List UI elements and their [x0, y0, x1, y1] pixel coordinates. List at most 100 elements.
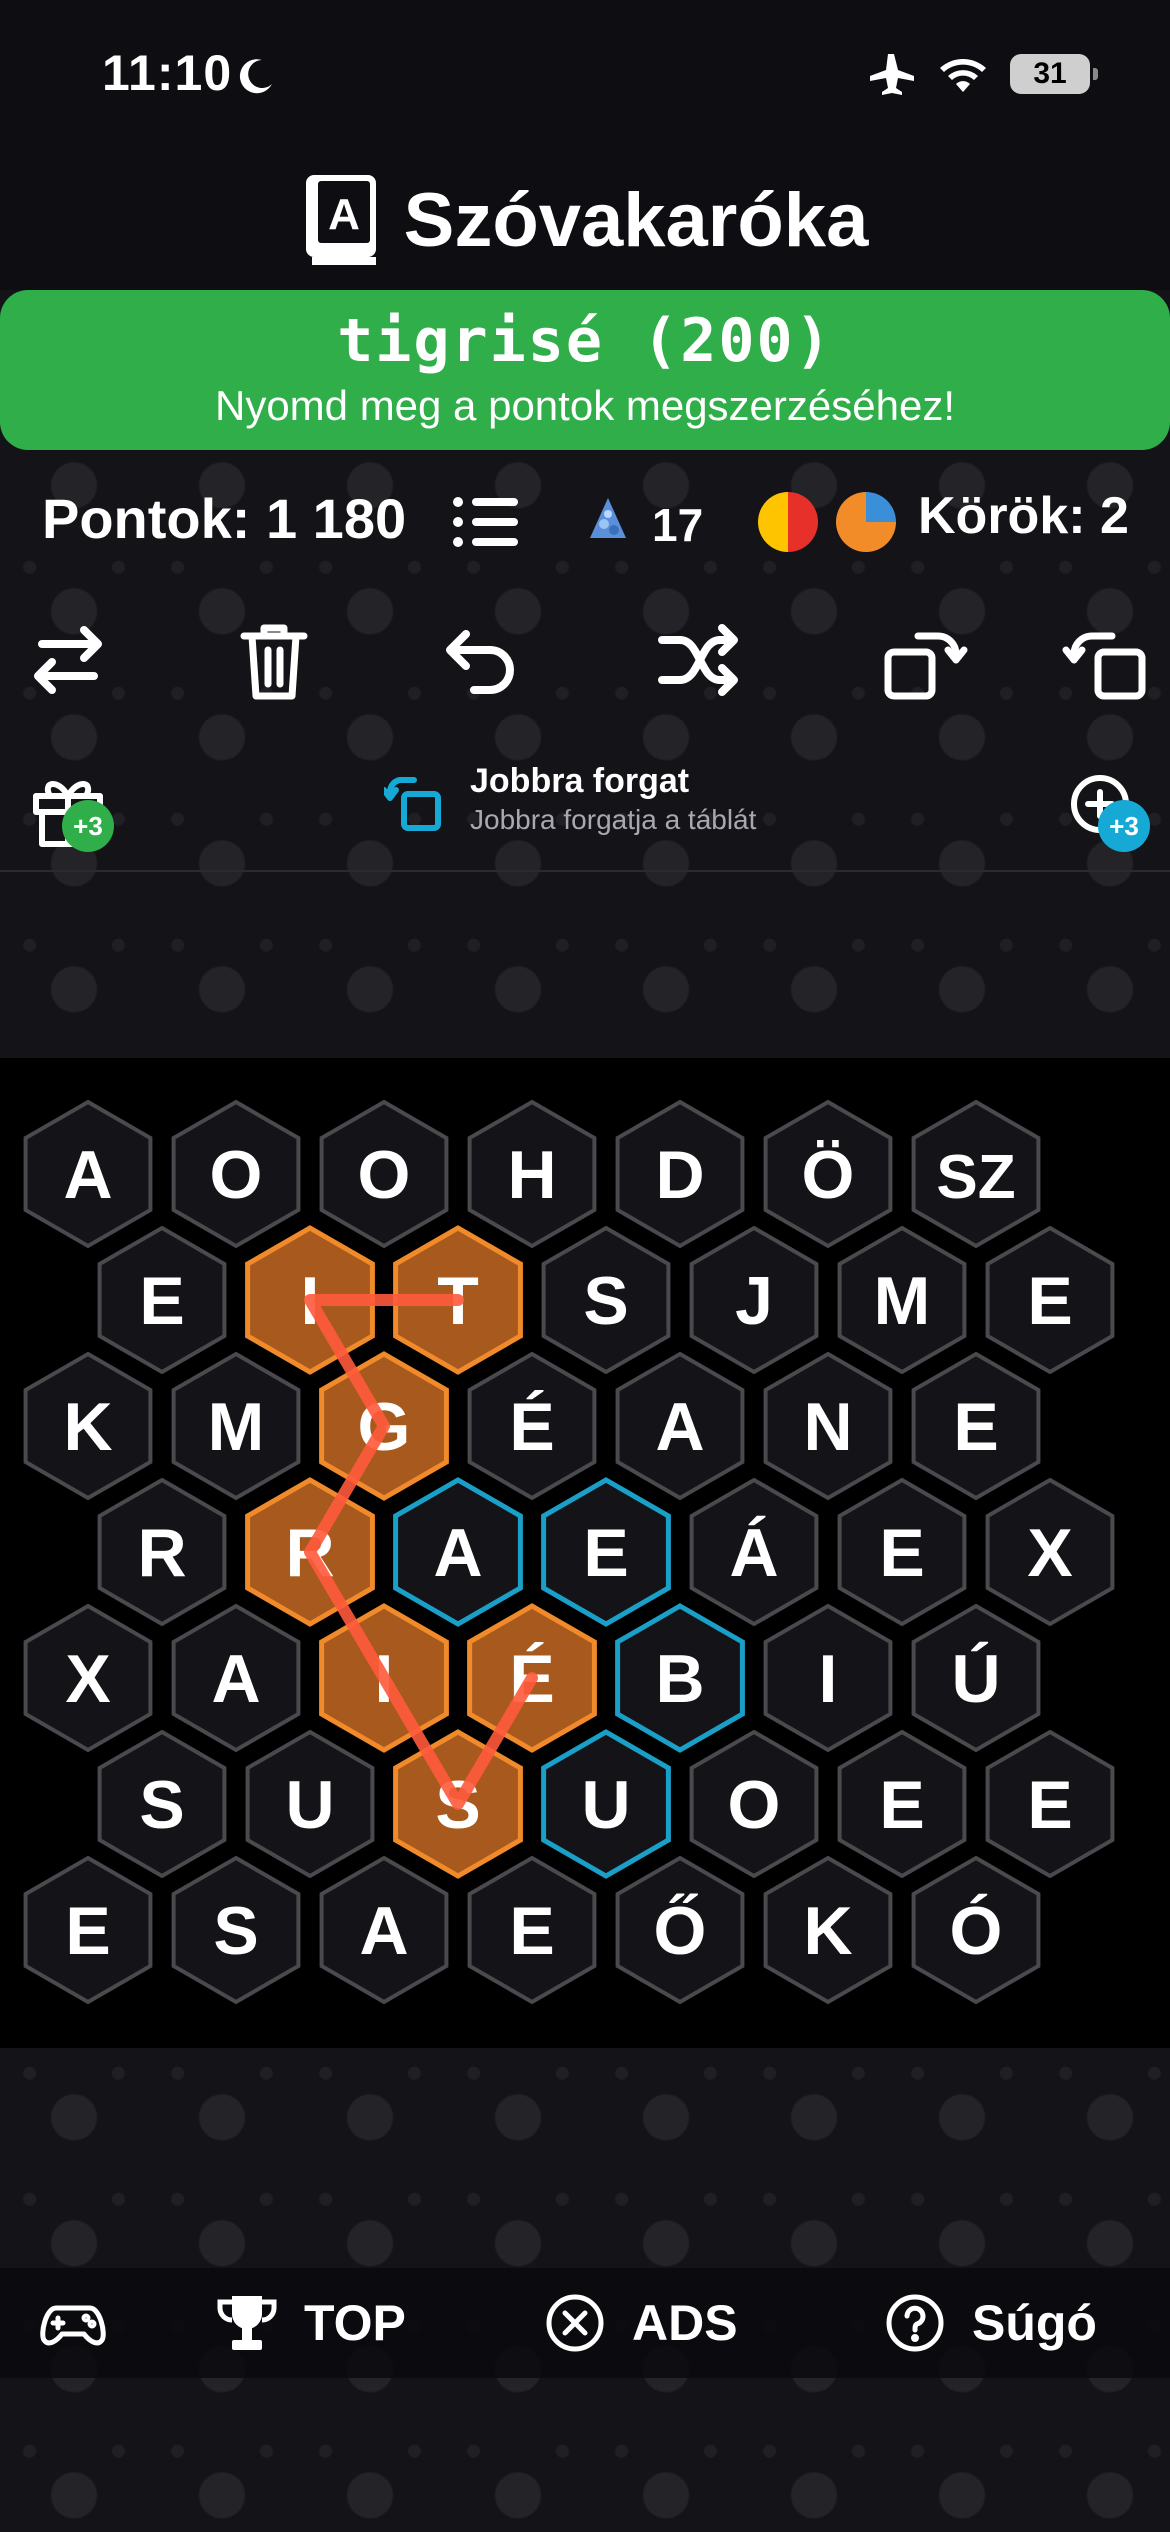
hex-letter: E — [509, 1893, 554, 1969]
rotate-left-button[interactable] — [878, 614, 970, 706]
hex-tile[interactable]: N — [763, 1351, 893, 1501]
hex-tile[interactable]: U — [541, 1729, 671, 1879]
hex-tile[interactable]: S — [171, 1855, 301, 2005]
gamepad-icon — [40, 2305, 106, 2346]
hex-tile[interactable]: É — [467, 1351, 597, 1501]
hex-letter: A — [433, 1515, 482, 1591]
trophy-icon — [217, 2296, 277, 2350]
hex-tile[interactable]: A — [171, 1603, 301, 1753]
hex-tile[interactable]: O — [689, 1729, 819, 1879]
hex-tile[interactable]: Ú — [911, 1603, 1041, 1753]
rotate-right-icon — [1062, 632, 1146, 700]
hex-tile[interactable]: R — [97, 1477, 227, 1627]
book-icon: A — [305, 175, 376, 265]
hex-letter: O — [210, 1137, 263, 1213]
hex-tile[interactable]: Ó — [911, 1855, 1041, 2005]
shuffle-icon — [658, 624, 738, 696]
status-bar: 11:10 31 — [0, 0, 1170, 150]
hex-tile[interactable]: B — [615, 1603, 745, 1753]
hex-tile[interactable]: E — [837, 1729, 967, 1879]
hex-letter: J — [735, 1263, 773, 1339]
shuffle-button[interactable] — [652, 614, 744, 706]
game-button[interactable] — [38, 2268, 108, 2378]
hex-letter: A — [655, 1389, 704, 1465]
hex-tile[interactable]: E — [985, 1729, 1115, 1879]
hex-letter: Ú — [951, 1641, 1000, 1717]
hex-tile[interactable]: E — [97, 1225, 227, 1375]
hex-letter: B — [655, 1641, 704, 1717]
hex-letter: E — [879, 1515, 924, 1591]
rounds-label: Körök: 2 — [918, 487, 1129, 545]
found-word: tigrisé (200) — [337, 306, 833, 376]
trash-icon — [240, 624, 308, 700]
hex-letter: E — [879, 1767, 924, 1843]
hex-letter: E — [1027, 1263, 1072, 1339]
hex-letter: Ö — [802, 1137, 855, 1213]
hex-tile[interactable]: Á — [689, 1477, 819, 1627]
hex-tile[interactable]: E — [541, 1477, 671, 1627]
round-pie-2-icon — [836, 492, 896, 552]
hex-tile[interactable]: E — [23, 1855, 153, 2005]
hex-tile[interactable]: O — [319, 1099, 449, 1249]
hex-tile[interactable]: Ö — [763, 1099, 893, 1249]
hex-tile[interactable]: M — [171, 1351, 301, 1501]
found-word-banner[interactable]: tigrisé (200) Nyomd meg a pontok megszer… — [0, 290, 1170, 450]
hex-tile[interactable]: K — [763, 1855, 893, 2005]
hex-tile[interactable]: D — [615, 1099, 745, 1249]
hex-tile[interactable]: U — [245, 1729, 375, 1879]
hex-letter: O — [358, 1137, 411, 1213]
swap-icon — [34, 626, 102, 694]
moon-icon — [239, 59, 272, 94]
hex-tile[interactable]: E — [911, 1351, 1041, 1501]
hex-tile[interactable]: S — [97, 1729, 227, 1879]
top-button[interactable]: TOP — [212, 2268, 406, 2378]
gem-count: 17 — [652, 499, 704, 551]
hex-letter: S — [583, 1263, 628, 1339]
delete-button[interactable] — [228, 614, 320, 706]
undo-button[interactable] — [434, 614, 526, 706]
hex-letter: A — [63, 1137, 112, 1213]
hex-letter: É — [509, 1389, 554, 1465]
hex-tile[interactable]: H — [467, 1099, 597, 1249]
hex-letter: A — [359, 1893, 408, 1969]
hex-tile[interactable]: A — [615, 1351, 745, 1501]
hex-tile[interactable]: E — [985, 1225, 1115, 1375]
hex-letter: R — [137, 1515, 186, 1591]
undo-icon — [446, 630, 514, 694]
hex-tile[interactable]: O — [171, 1099, 301, 1249]
help-label: Súgó — [972, 2295, 1097, 2351]
hex-tile[interactable]: I — [763, 1603, 893, 1753]
app-header: A Szóvakaróka — [0, 150, 1170, 290]
hex-letter: N — [803, 1389, 852, 1465]
hex-letter: M — [208, 1389, 265, 1465]
hex-tile[interactable]: SZ — [911, 1099, 1041, 1249]
list-icon[interactable] — [450, 492, 522, 552]
hex-letter: E — [1027, 1767, 1072, 1843]
hex-tile[interactable]: A — [393, 1477, 523, 1627]
hex-letter: Ó — [950, 1893, 1003, 1969]
score-label: Pontok: 1 180 — [42, 487, 407, 550]
ads-button[interactable]: ADS — [540, 2268, 738, 2378]
hex-tile[interactable]: M — [837, 1225, 967, 1375]
hint-description: Jobbra forgatja a táblát — [470, 804, 757, 835]
hex-tile[interactable]: X — [985, 1477, 1115, 1627]
hex-letter: K — [803, 1893, 852, 1969]
hex-tile[interactable]: A — [319, 1855, 449, 2005]
hex-tile[interactable]: K — [23, 1351, 153, 1501]
hex-tile[interactable]: A — [23, 1099, 153, 1249]
status-icons: 31 — [866, 52, 1098, 96]
swap-button[interactable] — [22, 614, 114, 706]
help-button[interactable]: Súgó — [880, 2268, 1097, 2378]
hex-letter: Á — [729, 1515, 778, 1591]
rotate-right-hint-icon — [384, 777, 441, 831]
help-icon — [886, 2294, 944, 2352]
hex-tile[interactable]: X — [23, 1603, 153, 1753]
hex-tile[interactable]: Ő — [615, 1855, 745, 2005]
hex-tile[interactable]: E — [837, 1477, 967, 1627]
banner-instruction: Nyomd meg a pontok megszerzéséhez! — [214, 382, 956, 429]
svg-text:A: A — [328, 190, 360, 239]
hex-tile[interactable]: E — [467, 1855, 597, 2005]
hex-tile[interactable]: J — [689, 1225, 819, 1375]
hex-tile[interactable]: S — [541, 1225, 671, 1375]
rotate-right-button[interactable] — [1060, 614, 1152, 706]
